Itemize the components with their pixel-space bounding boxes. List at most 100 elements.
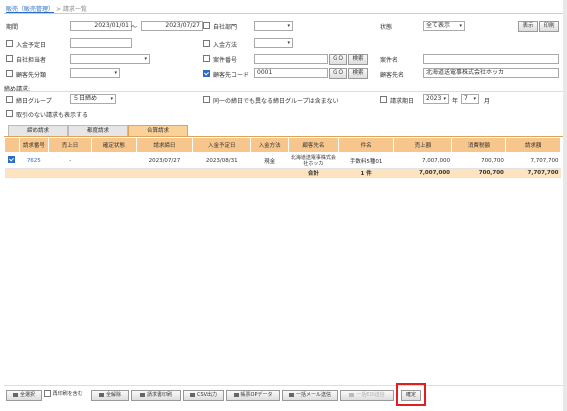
deposit-method-select[interactable]: ▾	[254, 38, 293, 48]
closing-group-select[interactable]: ５日締め ▾	[70, 94, 116, 104]
footer-divider	[4, 385, 563, 386]
scrollbar[interactable]	[563, 0, 567, 411]
customer-code-label: 顧客先コード	[213, 72, 250, 79]
no-tx-checkbox[interactable]	[6, 110, 13, 117]
total-count: 1 件	[338, 168, 394, 178]
print-button[interactable]: 印刷	[539, 21, 559, 32]
own-staff-select[interactable]: ▾	[70, 54, 150, 64]
no-tx-label: 取引のない請求も表示する	[16, 112, 89, 119]
customer-cat-checkbox[interactable]	[6, 70, 13, 77]
confirm-button[interactable]: 確定	[401, 390, 421, 401]
divider	[4, 91, 563, 92]
col-header: 請求締日	[135, 137, 194, 153]
date-to-input[interactable]: 2023/07/27	[141, 21, 203, 31]
col-header: 顧客先名	[287, 137, 339, 153]
deposit-method-checkbox[interactable]	[203, 40, 210, 47]
own-staff-checkbox[interactable]	[6, 55, 13, 62]
customer-name-label: 顧客先名	[380, 72, 405, 79]
own-staff-label: 自社担当者	[16, 57, 47, 64]
tab-closing[interactable]: 締め請求	[8, 125, 68, 136]
include-past-toggle[interactable]: 再印刷を含む	[44, 390, 83, 399]
customer-code-checkbox[interactable]	[203, 70, 210, 77]
cell-sales: 7,007,000	[393, 152, 452, 169]
customer-cat-label: 顧客先分類	[16, 72, 47, 79]
tab-each[interactable]: 都度請求	[68, 125, 128, 136]
table-header-row: 請求番号 売上日 確定状態 請求締日 入金予定日 入金方法 顧客先名 件名 売上…	[4, 137, 561, 153]
project-no-input[interactable]	[254, 54, 328, 64]
status-select[interactable]: 全て表示 ▾	[423, 21, 465, 31]
own-dept-select[interactable]: ▾	[254, 21, 293, 31]
project-search-button[interactable]: 検索	[348, 54, 368, 65]
print-invoice-button[interactable]: 請求書印刷	[131, 390, 181, 401]
chevron-down-icon: ▾	[459, 23, 462, 29]
period-label: 期間	[6, 24, 19, 31]
project-name-input[interactable]	[423, 54, 559, 64]
include-past-label: 再印刷を含む	[52, 391, 83, 397]
deposit-date-checkbox[interactable]	[6, 40, 13, 47]
customer-go-button[interactable]: ＧＯ	[329, 68, 347, 79]
diff-group-label: 同一の締日でも異なる締日グループは含まない	[213, 98, 339, 105]
customer-code-input[interactable]: 0001	[254, 68, 328, 78]
year-unit: 年	[452, 98, 459, 105]
project-name-label: 案件名	[380, 57, 399, 64]
deposit-date-input[interactable]	[70, 38, 132, 48]
col-header: 売上日	[48, 137, 93, 153]
breadcrumb: 販売（販売管理） > 請求一覧	[6, 4, 87, 13]
month-select[interactable]: 7 ▾	[461, 94, 479, 104]
bulk-edi-button[interactable]: 一括EDI送信	[340, 390, 394, 401]
project-go-button[interactable]: ＧＯ	[329, 54, 347, 65]
cell-customer: 北海道送電事株式会社ホッカ	[288, 152, 339, 169]
include-past-checkbox[interactable]	[44, 390, 51, 397]
mail-icon	[288, 392, 294, 397]
cell-sale-date: -	[48, 152, 92, 169]
closing-group-checkbox[interactable]	[6, 96, 13, 103]
display-button[interactable]: 表示	[518, 21, 538, 32]
chevron-down-icon: ▾	[144, 56, 147, 62]
total-sales: 7,007,000	[393, 168, 452, 178]
tab-combined[interactable]: 合算請求	[128, 125, 188, 136]
closing-month-label: 請求期日	[390, 98, 415, 105]
bulk-mail-button[interactable]: 一括メール送信	[282, 390, 338, 401]
col-header: 売上額	[393, 137, 453, 153]
month-unit: 月	[484, 98, 491, 105]
project-no-label: 案件番号	[213, 57, 238, 64]
invoice-no-link[interactable]: 7625	[19, 152, 49, 169]
cell-total: 7,707,700	[505, 152, 561, 169]
total-row: 合計 1 件 7,007,000 700,700 7,707,700	[4, 168, 561, 178]
diff-group-checkbox[interactable]	[203, 96, 210, 103]
customer-cat-select[interactable]: ▾	[70, 68, 120, 78]
row-checkbox-cell[interactable]	[4, 152, 20, 169]
customer-name-input[interactable]: 北海道送電事株式会社ホッカ	[423, 68, 559, 78]
cell-deposit: 2023/08/31	[192, 152, 251, 169]
cell-closing: 2023/07/27	[136, 152, 193, 169]
status-label: 状態	[380, 24, 393, 31]
breadcrumb-parent-link[interactable]: 販売（販売管理）	[6, 6, 54, 13]
customer-search-button[interactable]: 検索	[348, 68, 368, 79]
invoice-table: 請求番号 売上日 確定状態 請求締日 入金予定日 入金方法 顧客先名 件名 売上…	[4, 137, 561, 178]
deselect-all-button[interactable]: 全解除	[91, 390, 129, 401]
closing-month-checkbox[interactable]	[380, 96, 387, 103]
check-icon	[12, 392, 18, 397]
deposit-method-label: 入金方法	[213, 42, 238, 49]
tilde: ～	[131, 24, 138, 31]
total-label: 合計	[288, 168, 339, 178]
own-dept-checkbox[interactable]	[203, 22, 210, 29]
row-checkbox[interactable]	[8, 156, 16, 163]
date-from-input[interactable]: 2023/01/01	[70, 21, 132, 31]
project-no-checkbox[interactable]	[203, 55, 210, 62]
chevron-down-icon: ▾	[287, 40, 290, 46]
table-row[interactable]: 7625 - 2023/07/27 2023/08/31 現金 北海道送電事株式…	[4, 152, 561, 169]
select-all-button[interactable]: 全選択	[6, 390, 42, 401]
year-select[interactable]: 2023 ▾	[423, 94, 449, 104]
col-header: 確定状態	[91, 137, 137, 153]
breadcrumb-current: 請求一覧	[62, 6, 87, 13]
cell-method: 現金	[250, 152, 289, 169]
chevron-down-icon: ▾	[473, 96, 476, 102]
report-data-button[interactable]: 帳票OPデータ	[226, 390, 280, 401]
csv-export-button[interactable]: CSV出力	[183, 390, 224, 401]
deposit-date-label: 入金予定日	[16, 42, 47, 49]
own-dept-label: 自社部門	[213, 24, 238, 31]
total-amount: 7,707,700	[505, 168, 561, 178]
chevron-down-icon: ▾	[287, 23, 290, 29]
file-icon	[189, 392, 195, 397]
